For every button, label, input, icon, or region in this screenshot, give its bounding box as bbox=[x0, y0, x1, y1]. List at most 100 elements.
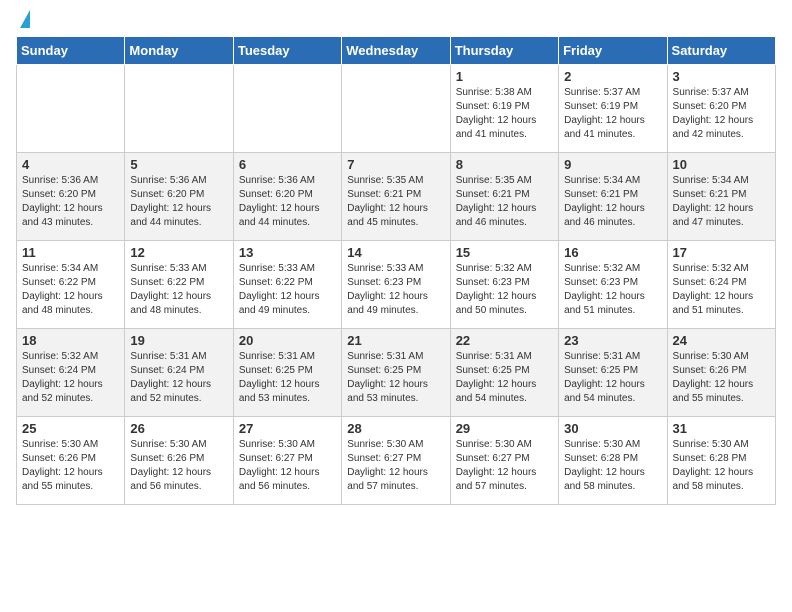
calendar-cell: 1Sunrise: 5:38 AM Sunset: 6:19 PM Daylig… bbox=[450, 65, 558, 153]
calendar-cell: 16 Sunrise: 5:32 AM Sunset: 6:23 PM Dayli… bbox=[559, 241, 667, 329]
day-number: 24 bbox=[673, 333, 770, 348]
calendar-cell: 26 Sunrise: 5:30 AM Sunset: 6:26 PM Dayli… bbox=[125, 417, 233, 505]
logo-triangle-icon bbox=[20, 10, 30, 28]
day-number: 10 bbox=[673, 157, 770, 172]
calendar-cell: 30Sunrise: 5:30 AM Sunset: 6:28 PM Dayli… bbox=[559, 417, 667, 505]
week-row-2: 4 Sunrise: 5:36 AM Sunset: 6:20 PM Daylig… bbox=[17, 153, 776, 241]
day-info: Sunrise: 5:33 AM Sunset: 6:22 PM Dayligh… bbox=[239, 262, 336, 318]
day-info: Sunrise: 5:30 AM Sunset: 6:26 PM Dayligh… bbox=[130, 438, 227, 494]
weekday-header-monday: Monday bbox=[125, 37, 233, 65]
day-info: Sunrise: 5:31 AM Sunset: 6:25 PM Dayligh… bbox=[456, 350, 553, 406]
day-number: 26 bbox=[130, 421, 227, 436]
calendar-cell: 8Sunrise: 5:35 AM Sunset: 6:21 PM Daylig… bbox=[450, 153, 558, 241]
calendar-cell bbox=[233, 65, 341, 153]
calendar-cell: 2 Sunrise: 5:37 AM Sunset: 6:19 PM Daylig… bbox=[559, 65, 667, 153]
calendar-table: SundayMondayTuesdayWednesdayThursdayFrid… bbox=[16, 36, 776, 505]
day-info: Sunrise: 5:32 AM Sunset: 6:23 PM Dayligh… bbox=[456, 262, 553, 318]
calendar-cell: 27 Sunrise: 5:30 AM Sunset: 6:27 PM Dayli… bbox=[233, 417, 341, 505]
calendar-cell: 31 Sunrise: 5:30 AM Sunset: 6:28 PM Dayli… bbox=[667, 417, 775, 505]
calendar-cell: 14 Sunrise: 5:33 AM Sunset: 6:23 PM Dayli… bbox=[342, 241, 450, 329]
day-info: Sunrise: 5:33 AM Sunset: 6:22 PM Dayligh… bbox=[130, 262, 227, 318]
day-info: Sunrise: 5:31 AM Sunset: 6:25 PM Dayligh… bbox=[239, 350, 336, 406]
calendar-cell: 20 Sunrise: 5:31 AM Sunset: 6:25 PM Dayli… bbox=[233, 329, 341, 417]
calendar-cell: 24 Sunrise: 5:30 AM Sunset: 6:26 PM Dayli… bbox=[667, 329, 775, 417]
weekday-header-saturday: Saturday bbox=[667, 37, 775, 65]
day-number: 28 bbox=[347, 421, 444, 436]
day-info: Sunrise: 5:30 AM Sunset: 6:28 PM Dayligh… bbox=[673, 438, 770, 494]
day-info: Sunrise: 5:35 AM Sunset: 6:21 PM Dayligh… bbox=[347, 174, 444, 230]
day-info: Sunrise: 5:36 AM Sunset: 6:20 PM Dayligh… bbox=[22, 174, 119, 230]
day-number: 19 bbox=[130, 333, 227, 348]
calendar-cell: 6 Sunrise: 5:36 AM Sunset: 6:20 PM Daylig… bbox=[233, 153, 341, 241]
day-info: Sunrise: 5:30 AM Sunset: 6:27 PM Dayligh… bbox=[456, 438, 553, 494]
day-info: Sunrise: 5:30 AM Sunset: 6:27 PM Dayligh… bbox=[347, 438, 444, 494]
day-number: 4 bbox=[22, 157, 119, 172]
logo bbox=[16, 10, 30, 30]
calendar-cell bbox=[125, 65, 233, 153]
calendar-cell: 23 Sunrise: 5:31 AM Sunset: 6:25 PM Dayli… bbox=[559, 329, 667, 417]
calendar-cell: 13Sunrise: 5:33 AM Sunset: 6:22 PM Dayli… bbox=[233, 241, 341, 329]
day-number: 30 bbox=[564, 421, 661, 436]
calendar-cell: 22 Sunrise: 5:31 AM Sunset: 6:25 PM Dayli… bbox=[450, 329, 558, 417]
day-info: Sunrise: 5:32 AM Sunset: 6:24 PM Dayligh… bbox=[22, 350, 119, 406]
calendar-cell: 5Sunrise: 5:36 AM Sunset: 6:20 PM Daylig… bbox=[125, 153, 233, 241]
header bbox=[16, 10, 776, 30]
day-number: 31 bbox=[673, 421, 770, 436]
day-info: Sunrise: 5:31 AM Sunset: 6:25 PM Dayligh… bbox=[564, 350, 661, 406]
day-number: 27 bbox=[239, 421, 336, 436]
week-row-5: 25Sunrise: 5:30 AM Sunset: 6:26 PM Dayli… bbox=[17, 417, 776, 505]
calendar-cell: 19 Sunrise: 5:31 AM Sunset: 6:24 PM Dayli… bbox=[125, 329, 233, 417]
day-info: Sunrise: 5:31 AM Sunset: 6:25 PM Dayligh… bbox=[347, 350, 444, 406]
calendar-cell: 28 Sunrise: 5:30 AM Sunset: 6:27 PM Dayli… bbox=[342, 417, 450, 505]
calendar-cell: 4 Sunrise: 5:36 AM Sunset: 6:20 PM Daylig… bbox=[17, 153, 125, 241]
calendar-cell: 9Sunrise: 5:34 AM Sunset: 6:21 PM Daylig… bbox=[559, 153, 667, 241]
day-number: 6 bbox=[239, 157, 336, 172]
calendar-cell: 3 Sunrise: 5:37 AM Sunset: 6:20 PM Daylig… bbox=[667, 65, 775, 153]
calendar-cell: 11 Sunrise: 5:34 AM Sunset: 6:22 PM Dayli… bbox=[17, 241, 125, 329]
day-number: 18 bbox=[22, 333, 119, 348]
day-number: 22 bbox=[456, 333, 553, 348]
day-info: Sunrise: 5:32 AM Sunset: 6:24 PM Dayligh… bbox=[673, 262, 770, 318]
day-info: Sunrise: 5:34 AM Sunset: 6:21 PM Dayligh… bbox=[673, 174, 770, 230]
day-number: 12 bbox=[130, 245, 227, 260]
weekday-header-wednesday: Wednesday bbox=[342, 37, 450, 65]
day-number: 21 bbox=[347, 333, 444, 348]
calendar-cell: 25Sunrise: 5:30 AM Sunset: 6:26 PM Dayli… bbox=[17, 417, 125, 505]
day-info: Sunrise: 5:30 AM Sunset: 6:27 PM Dayligh… bbox=[239, 438, 336, 494]
weekday-header-thursday: Thursday bbox=[450, 37, 558, 65]
day-number: 17 bbox=[673, 245, 770, 260]
day-info: Sunrise: 5:38 AM Sunset: 6:19 PM Dayligh… bbox=[456, 86, 553, 142]
calendar-cell bbox=[17, 65, 125, 153]
day-number: 2 bbox=[564, 69, 661, 84]
calendar-cell: 12 Sunrise: 5:33 AM Sunset: 6:22 PM Dayli… bbox=[125, 241, 233, 329]
day-number: 7 bbox=[347, 157, 444, 172]
calendar-cell: 18 Sunrise: 5:32 AM Sunset: 6:24 PM Dayli… bbox=[17, 329, 125, 417]
day-number: 3 bbox=[673, 69, 770, 84]
weekday-header-row: SundayMondayTuesdayWednesdayThursdayFrid… bbox=[17, 37, 776, 65]
weekday-header-tuesday: Tuesday bbox=[233, 37, 341, 65]
day-info: Sunrise: 5:37 AM Sunset: 6:20 PM Dayligh… bbox=[673, 86, 770, 142]
calendar-cell bbox=[342, 65, 450, 153]
calendar-cell: 7 Sunrise: 5:35 AM Sunset: 6:21 PM Daylig… bbox=[342, 153, 450, 241]
day-info: Sunrise: 5:31 AM Sunset: 6:24 PM Dayligh… bbox=[130, 350, 227, 406]
calendar-cell: 21 Sunrise: 5:31 AM Sunset: 6:25 PM Dayli… bbox=[342, 329, 450, 417]
day-info: Sunrise: 5:33 AM Sunset: 6:23 PM Dayligh… bbox=[347, 262, 444, 318]
day-number: 14 bbox=[347, 245, 444, 260]
day-info: Sunrise: 5:32 AM Sunset: 6:23 PM Dayligh… bbox=[564, 262, 661, 318]
day-number: 16 bbox=[564, 245, 661, 260]
day-number: 20 bbox=[239, 333, 336, 348]
day-number: 23 bbox=[564, 333, 661, 348]
day-info: Sunrise: 5:36 AM Sunset: 6:20 PM Dayligh… bbox=[239, 174, 336, 230]
weekday-header-friday: Friday bbox=[559, 37, 667, 65]
day-info: Sunrise: 5:34 AM Sunset: 6:22 PM Dayligh… bbox=[22, 262, 119, 318]
day-info: Sunrise: 5:30 AM Sunset: 6:26 PM Dayligh… bbox=[673, 350, 770, 406]
day-number: 29 bbox=[456, 421, 553, 436]
day-info: Sunrise: 5:30 AM Sunset: 6:26 PM Dayligh… bbox=[22, 438, 119, 494]
calendar-cell: 17 Sunrise: 5:32 AM Sunset: 6:24 PM Dayli… bbox=[667, 241, 775, 329]
calendar-cell: 29 Sunrise: 5:30 AM Sunset: 6:27 PM Dayli… bbox=[450, 417, 558, 505]
day-number: 11 bbox=[22, 245, 119, 260]
day-number: 8 bbox=[456, 157, 553, 172]
day-number: 5 bbox=[130, 157, 227, 172]
day-info: Sunrise: 5:37 AM Sunset: 6:19 PM Dayligh… bbox=[564, 86, 661, 142]
day-number: 15 bbox=[456, 245, 553, 260]
